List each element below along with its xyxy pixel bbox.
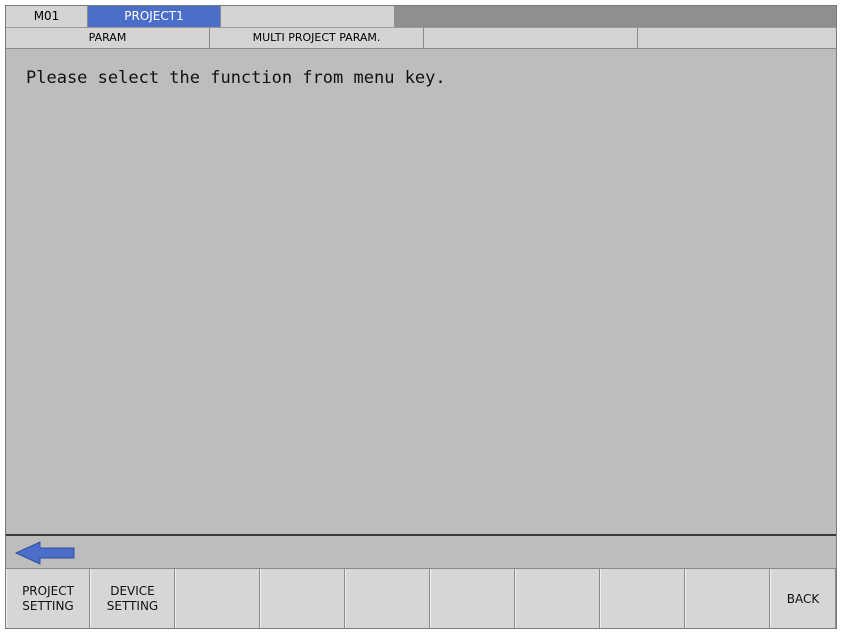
tab-bar: M01 PROJECT1 xyxy=(6,6,836,27)
breadcrumb-param: PARAM xyxy=(6,28,210,48)
menu-key-4[interactable] xyxy=(260,569,345,628)
menu-key-bar: PROJECT SETTING DEVICE SETTING BACK xyxy=(6,568,836,628)
menu-key-back[interactable]: BACK xyxy=(770,569,836,628)
menu-key-5[interactable] xyxy=(345,569,430,628)
hmi-screen: M01 PROJECT1 PARAM MULTI PROJECT PARAM. … xyxy=(5,5,837,629)
menu-key-device-setting[interactable]: DEVICE SETTING xyxy=(90,569,175,628)
menu-key-9[interactable] xyxy=(685,569,770,628)
breadcrumb: PARAM MULTI PROJECT PARAM. xyxy=(6,27,836,49)
menu-key-3[interactable] xyxy=(175,569,260,628)
tab-empty[interactable] xyxy=(220,6,394,27)
menu-key-6[interactable] xyxy=(430,569,515,628)
breadcrumb-empty-2 xyxy=(638,28,836,48)
breadcrumb-empty-1 xyxy=(424,28,638,48)
breadcrumb-multi-project-param: MULTI PROJECT PARAM. xyxy=(210,28,424,48)
menu-key-7[interactable] xyxy=(515,569,600,628)
menu-key-8[interactable] xyxy=(600,569,685,628)
page-arrow-bar xyxy=(6,534,836,568)
left-arrow-icon[interactable] xyxy=(14,540,78,570)
menu-key-project-setting[interactable]: PROJECT SETTING xyxy=(6,569,90,628)
tab-project[interactable]: PROJECT1 xyxy=(88,6,220,27)
instruction-message: Please select the function from menu key… xyxy=(26,68,446,88)
main-content: Please select the function from menu key… xyxy=(6,49,836,534)
tab-machine[interactable]: M01 xyxy=(6,6,88,27)
